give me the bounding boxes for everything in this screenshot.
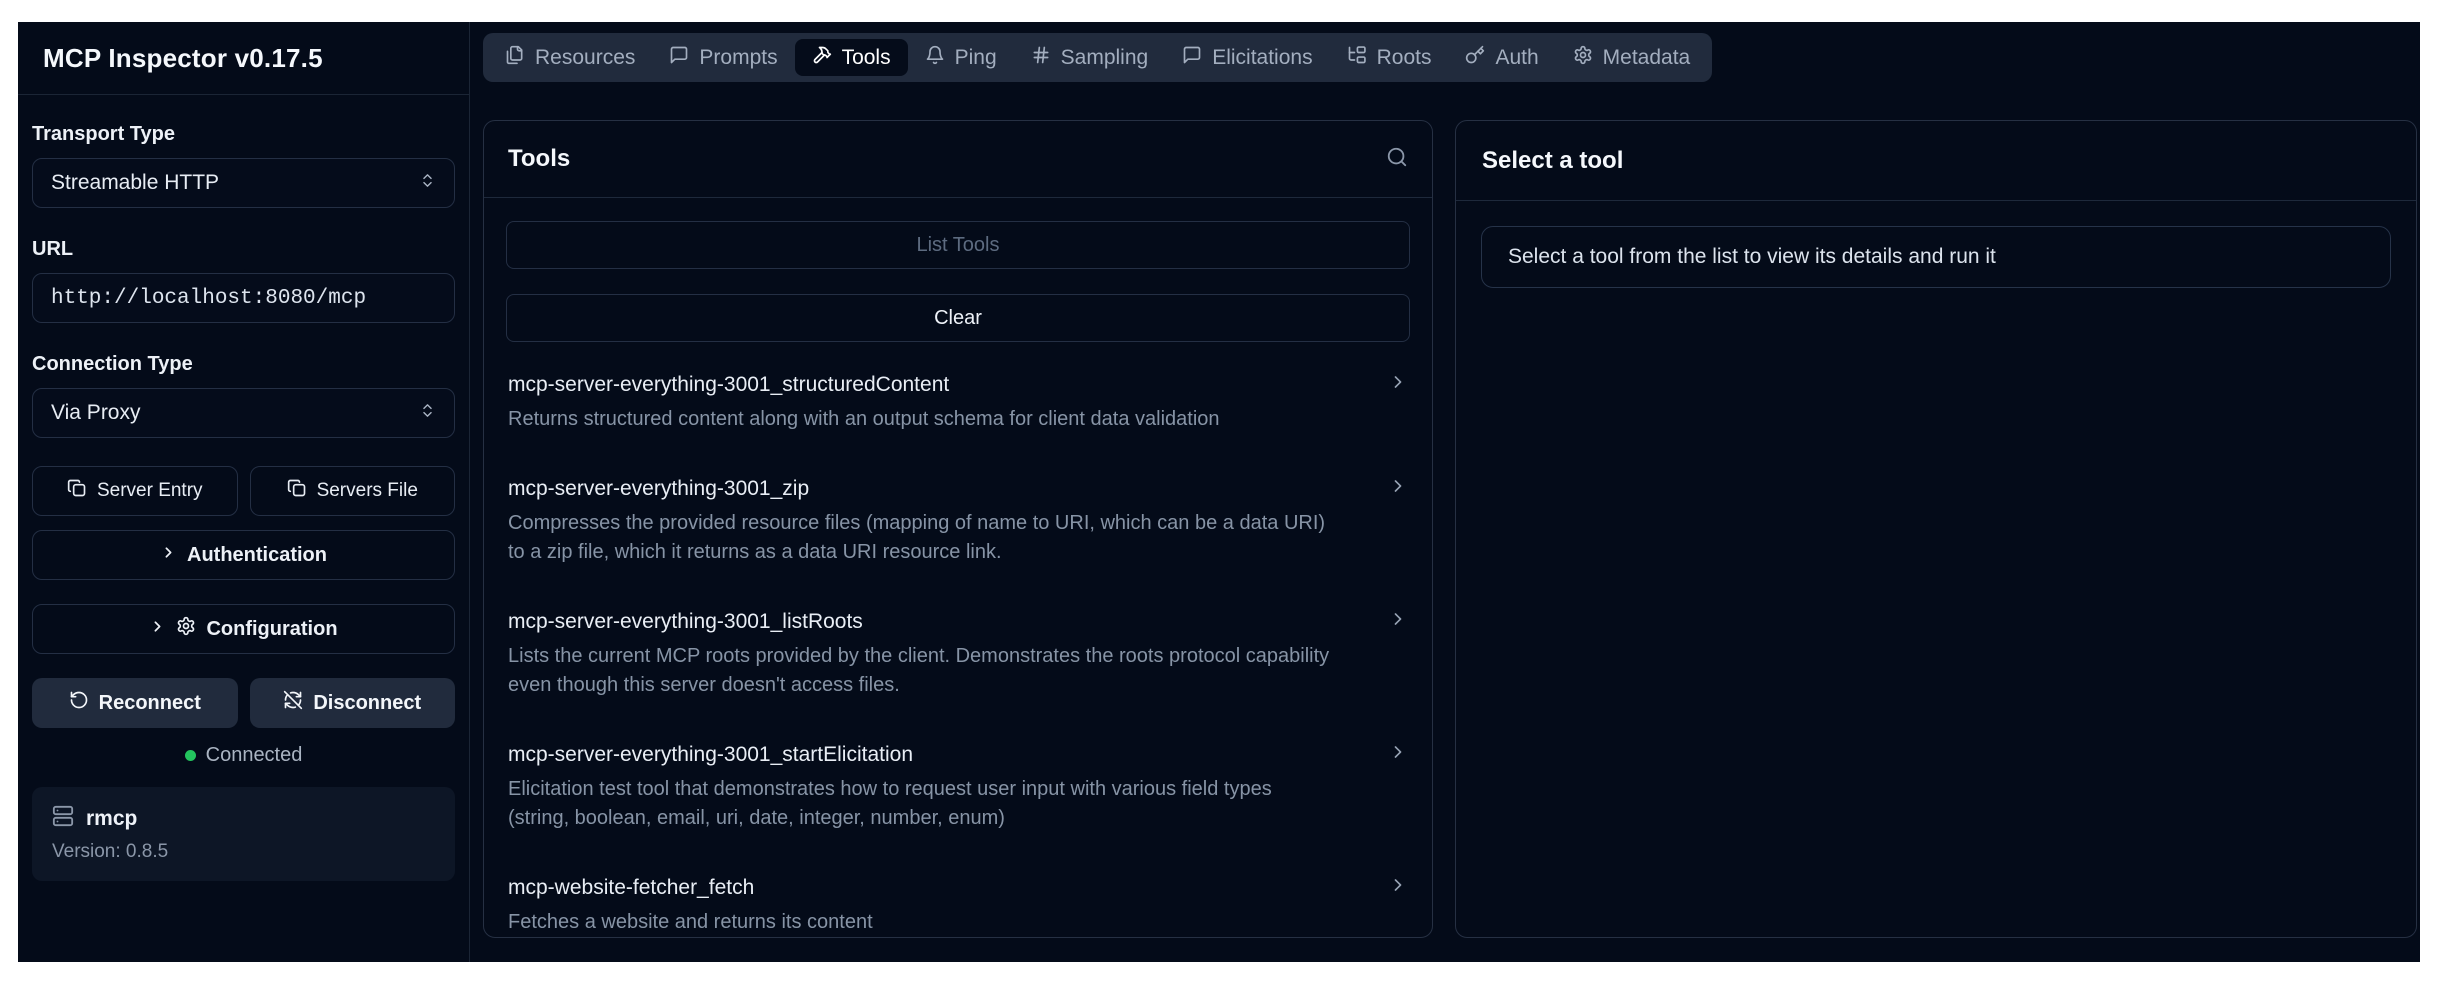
configuration-toggle[interactable]: Configuration: [32, 604, 455, 654]
disconnect-label: Disconnect: [313, 692, 421, 715]
transport-type-select[interactable]: Streamable HTTP: [32, 158, 455, 208]
tab-label: Auth: [1495, 46, 1538, 70]
app-title: MCP Inspector v0.17.5: [43, 43, 323, 74]
tools-panel: Tools List Tools Clear mcp-server-everyt…: [483, 120, 1433, 938]
tab-sampling[interactable]: Sampling: [1014, 33, 1166, 82]
tab-label: Prompts: [699, 46, 777, 70]
tab-label: Sampling: [1061, 46, 1149, 70]
tab-label: Ping: [955, 46, 997, 70]
hash-icon: [1031, 45, 1051, 71]
sidebar-header: MCP Inspector v0.17.5: [18, 22, 469, 95]
tool-description: Compresses the provided resource files (…: [508, 509, 1408, 567]
chevron-right-icon: [1388, 476, 1408, 501]
copy-icon: [287, 478, 307, 504]
chevron-right-icon: [160, 544, 177, 567]
server-entry-label: Server Entry: [97, 480, 203, 502]
tool-description: Returns structured content along with an…: [508, 405, 1408, 434]
gear-icon: [1573, 45, 1593, 71]
tool-name: mcp-website-fetcher_fetch: [508, 876, 754, 900]
disconnect-button[interactable]: Disconnect: [250, 678, 456, 728]
tool-list-item[interactable]: mcp-website-fetcher_fetch Fetches a webs…: [508, 875, 1408, 937]
tab-resources[interactable]: Resources: [488, 33, 652, 82]
tab-metadata[interactable]: Metadata: [1556, 33, 1708, 82]
server-info-card: rmcp Version: 0.8.5: [32, 787, 455, 881]
connection-status-label: Connected: [206, 744, 303, 767]
detail-panel-title: Select a tool: [1482, 147, 1623, 175]
key-icon: [1465, 45, 1485, 71]
bell-icon: [925, 45, 945, 71]
chevrons-up-down-icon: [419, 171, 436, 195]
servers-file-label: Servers File: [317, 480, 418, 502]
folder-tree-icon: [1347, 45, 1367, 71]
tab-tools[interactable]: Tools: [795, 39, 908, 76]
chevron-right-icon: [149, 618, 166, 641]
tool-list-item[interactable]: mcp-server-everything-3001_structuredCon…: [508, 372, 1408, 434]
reconnect-button[interactable]: Reconnect: [32, 678, 238, 728]
tool-list: mcp-server-everything-3001_structuredCon…: [506, 372, 1410, 937]
files-icon: [505, 45, 525, 71]
server-name: rmcp: [86, 807, 137, 831]
unplug-icon: [283, 690, 303, 716]
hammer-icon: [812, 45, 832, 71]
tool-list-item[interactable]: mcp-server-everything-3001_listRoots Lis…: [508, 609, 1408, 700]
url-label: URL: [32, 238, 455, 261]
tab-ping[interactable]: Ping: [908, 33, 1014, 82]
list-tools-button[interactable]: List Tools: [506, 221, 1410, 269]
tool-name: mcp-server-everything-3001_zip: [508, 477, 809, 501]
servers-file-button[interactable]: Servers File: [250, 466, 456, 516]
main-area: Resources Prompts Tools Ping Sampling El…: [470, 22, 2420, 962]
tab-roots[interactable]: Roots: [1330, 33, 1449, 82]
tab-label: Elicitations: [1212, 46, 1312, 70]
tools-panel-title: Tools: [508, 145, 570, 173]
tool-description: Elicitation test tool that demonstrates …: [508, 775, 1408, 833]
tool-name: mcp-server-everything-3001_startElicitat…: [508, 743, 913, 767]
connection-type-label: Connection Type: [32, 353, 455, 376]
gear-icon: [176, 616, 196, 642]
search-icon[interactable]: [1386, 146, 1408, 173]
tab-label: Tools: [842, 46, 891, 70]
server-entry-button[interactable]: Server Entry: [32, 466, 238, 516]
tab-label: Roots: [1377, 46, 1432, 70]
tool-name: mcp-server-everything-3001_structuredCon…: [508, 373, 949, 397]
sidebar: MCP Inspector v0.17.5 Transport Type Str…: [18, 22, 470, 962]
tool-list-item[interactable]: mcp-server-everything-3001_zip Compresse…: [508, 476, 1408, 567]
tool-description: Fetches a website and returns its conten…: [508, 908, 1408, 937]
tab-prompts[interactable]: Prompts: [652, 33, 794, 82]
tab-bar: Resources Prompts Tools Ping Sampling El…: [483, 33, 1712, 82]
connection-status: Connected: [32, 744, 455, 767]
transport-type-label: Transport Type: [32, 123, 455, 146]
reconnect-label: Reconnect: [99, 692, 201, 715]
connection-type-select[interactable]: Via Proxy: [32, 388, 455, 438]
copy-icon: [67, 478, 87, 504]
chevrons-up-down-icon: [419, 401, 436, 425]
message-square-icon: [669, 45, 689, 71]
configuration-label: Configuration: [206, 618, 337, 641]
empty-state-message: Select a tool from the list to view its …: [1481, 226, 2391, 288]
rotate-ccw-icon: [69, 690, 89, 716]
tool-list-item[interactable]: mcp-server-everything-3001_startElicitat…: [508, 742, 1408, 833]
server-icon: [52, 805, 74, 833]
tool-name: mcp-server-everything-3001_listRoots: [508, 610, 863, 634]
connected-dot-icon: [185, 750, 196, 761]
transport-type-value: Streamable HTTP: [51, 171, 219, 195]
tab-auth[interactable]: Auth: [1448, 33, 1555, 82]
clear-button[interactable]: Clear: [506, 294, 1410, 342]
authentication-toggle[interactable]: Authentication: [32, 530, 455, 580]
tab-label: Metadata: [1603, 46, 1691, 70]
server-version: Version: 0.8.5: [52, 841, 435, 863]
chevron-right-icon: [1388, 372, 1408, 397]
message-square-icon: [1182, 45, 1202, 71]
tool-description: Lists the current MCP roots provided by …: [508, 642, 1408, 700]
connection-type-value: Via Proxy: [51, 401, 141, 425]
tab-label: Resources: [535, 46, 635, 70]
chevron-right-icon: [1388, 609, 1408, 634]
tool-detail-panel: Select a tool Select a tool from the lis…: [1455, 120, 2417, 938]
authentication-label: Authentication: [187, 544, 327, 567]
app-window: MCP Inspector v0.17.5 Transport Type Str…: [18, 22, 2420, 962]
chevron-right-icon: [1388, 742, 1408, 767]
url-input[interactable]: [32, 273, 455, 323]
tab-elicitations[interactable]: Elicitations: [1165, 33, 1329, 82]
chevron-right-icon: [1388, 875, 1408, 900]
